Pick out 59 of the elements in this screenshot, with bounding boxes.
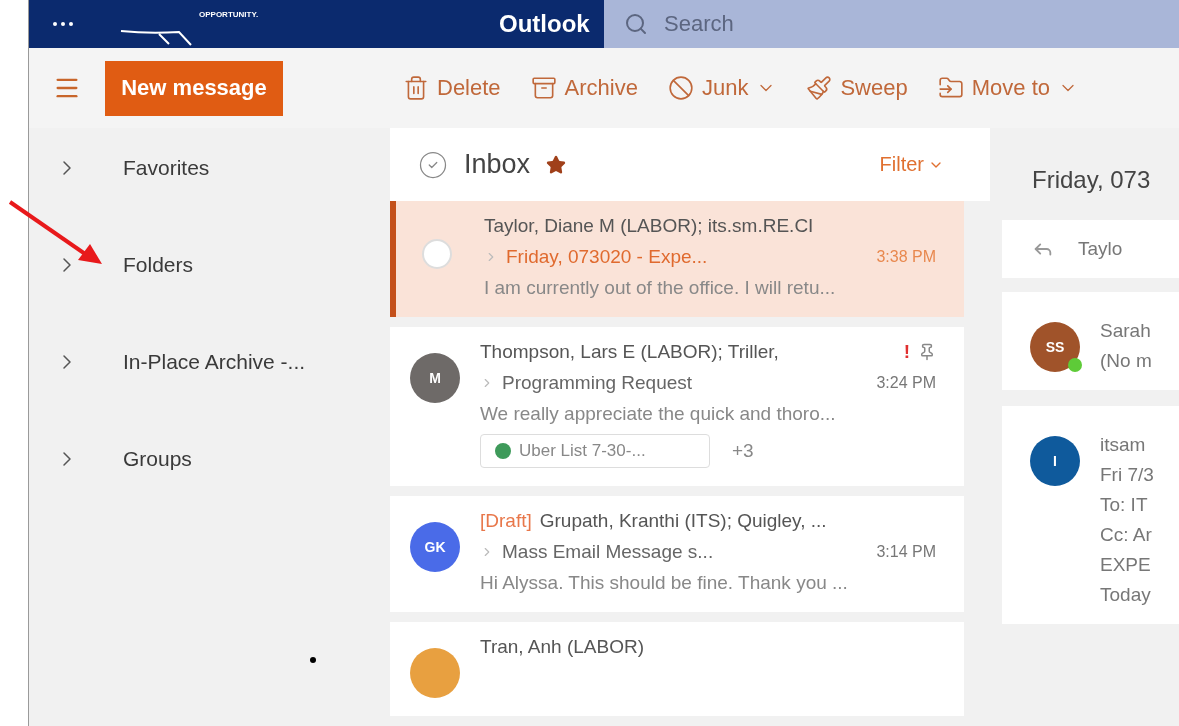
message-item[interactable]: GK [Draft] Grupath, Kranthi (ITS); Quigley, ... Mass Email Message s... 3:14 PM Hi Alyssa. This should be fine. Thank you ... bbox=[390, 496, 964, 612]
folder-item[interactable]: Folders bbox=[123, 253, 194, 277]
subject: Programming Request bbox=[502, 372, 693, 394]
sender-name: Thompson, Lars E (LABOR); Triller, bbox=[480, 341, 779, 363]
avatar: M bbox=[410, 353, 460, 403]
search-icon bbox=[624, 12, 648, 36]
inbox-title: Inbox bbox=[464, 149, 531, 180]
more-count[interactable]: +3 bbox=[732, 440, 754, 462]
importance-mark: ! bbox=[903, 341, 910, 363]
new-message-button[interactable]: New message bbox=[105, 60, 283, 116]
pin-icon[interactable] bbox=[918, 343, 936, 361]
attachment-chip[interactable]: Uber List 7-30-... bbox=[480, 434, 710, 468]
folder-item[interactable]: Groups bbox=[123, 447, 192, 471]
archive-button[interactable]: Archive bbox=[530, 75, 638, 101]
time: 3:14 PM bbox=[876, 543, 936, 561]
avatar: I bbox=[1030, 436, 1080, 486]
logo-text: OPPORTUNITY. bbox=[199, 10, 259, 19]
preview-text: Hi Alyssa. This should be fine. Thank you ... bbox=[480, 572, 849, 594]
delete-button[interactable]: Delete bbox=[403, 75, 501, 101]
message-line: To: IT bbox=[1100, 494, 1149, 516]
message-item[interactable]: Tran, Anh (LABOR) bbox=[390, 622, 964, 716]
message-line: Today bbox=[1100, 584, 1152, 606]
avatar: GK bbox=[410, 522, 460, 572]
sender-name: Taylor, Diane M (LABOR); its.sm.RE.CI bbox=[484, 215, 814, 237]
conversation-title: Friday, 073 bbox=[1032, 166, 1152, 194]
folder-item[interactable]: Favorites bbox=[123, 156, 210, 180]
message-line: Cc: Ar bbox=[1100, 524, 1153, 546]
conversation-row: Taylo bbox=[1002, 220, 1179, 278]
time: 3:24 PM bbox=[876, 374, 936, 392]
message-item[interactable]: M Thompson, Lars E (LABOR); Triller, ! Programming Request 3:24 PM We really appreciate the quick and thoro... Uber List 7-30-... +3 bbox=[390, 327, 964, 486]
app-name: Outlook bbox=[499, 10, 591, 38]
subject: Friday, 073020 - Expe... bbox=[506, 246, 708, 268]
sweep-icon bbox=[806, 75, 833, 101]
preview-text: We really appreciate the quick and thoro... bbox=[480, 403, 837, 425]
message-line: Sarah bbox=[1100, 320, 1152, 342]
logo-icon bbox=[119, 30, 193, 46]
message-line: Fri 7/3 bbox=[1100, 464, 1154, 486]
subject: Mass Email Message s... bbox=[502, 541, 714, 563]
message-line: (No m bbox=[1100, 350, 1152, 372]
folder-item[interactable]: In-Place Archive -... bbox=[123, 350, 306, 374]
sender-name: Grupath, Kranthi (ITS); Quigley, ... bbox=[539, 510, 827, 532]
junk-button[interactable]: Junk bbox=[667, 75, 777, 101]
search-field[interactable]: Search bbox=[604, 0, 1179, 48]
message-line: EXPE bbox=[1100, 554, 1152, 576]
draft-label: [Draft] bbox=[480, 510, 532, 532]
avatar: SS bbox=[1030, 322, 1080, 372]
select-all-icon[interactable] bbox=[418, 149, 448, 180]
time: 3:38 PM bbox=[876, 248, 936, 266]
sweep-button[interactable]: Sweep bbox=[806, 75, 908, 101]
move-button[interactable]: Move to bbox=[937, 75, 1078, 101]
preview-text: I am currently out of the office. I will retu... bbox=[484, 277, 837, 299]
filter-button[interactable]: Filter bbox=[873, 152, 950, 177]
dot-mark bbox=[310, 657, 316, 663]
sender-name: Tran, Anh (LABOR) bbox=[480, 636, 645, 658]
archive-icon bbox=[530, 75, 557, 101]
message-line: itsam bbox=[1100, 434, 1147, 456]
delete-icon bbox=[403, 75, 429, 101]
junk-icon bbox=[667, 75, 694, 101]
star-icon[interactable] bbox=[546, 154, 567, 175]
